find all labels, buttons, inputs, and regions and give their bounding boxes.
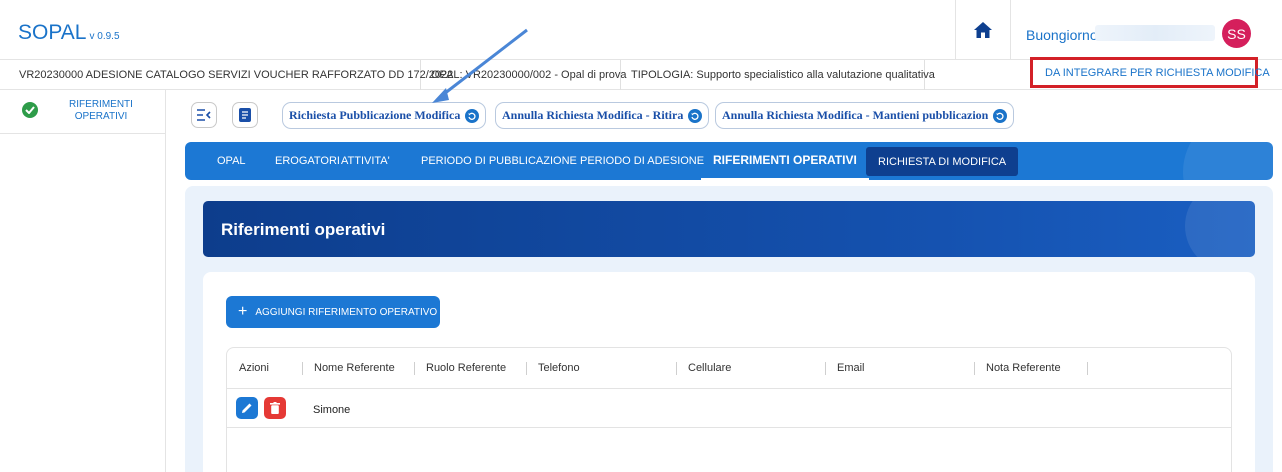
tipologia-info: TIPOLOGIA: Supporto specialistico alla v… [621,60,935,90]
col-separator [414,362,415,375]
section-header: Riferimenti operativi [203,201,1255,257]
tabs-bar: OPAL EROGATORI ATTIVITA' PERIODO DI PUBB… [185,142,1273,180]
user-name-redacted [1095,25,1215,41]
app-logo[interactable]: SOPAL v 0.9.5 [18,21,120,45]
status-text: DA INTEGRARE PER RICHIESTA MODIFICA [1045,66,1270,79]
tab-richiesta-modifica[interactable]: RICHIESTA DI MODIFICA [866,147,1019,176]
pencil-icon [242,403,252,413]
tab-riferimenti-operativi[interactable]: RIFERIMENTI OPERATIVI [701,142,869,180]
catalog-info: VR20230000 ADESIONE CATALOGO SERVIZI VOU… [0,60,453,90]
cell-nome-referente: Simone [313,404,351,416]
col-separator [1087,362,1088,375]
tab-attivita[interactable]: ATTIVITA' [341,142,390,180]
col-separator [526,362,527,375]
col-nome-referente[interactable]: Nome Referente [314,362,395,374]
table-header: Azioni Nome Referente Ruolo Referente Te… [227,348,1231,389]
section-title: Riferimenti operativi [221,220,386,239]
col-ruolo-referente[interactable]: Ruolo Referente [426,362,506,374]
tab-erogatori[interactable]: EROGATORI [275,142,340,180]
col-separator [974,362,975,375]
header-decoration [1185,201,1255,257]
refresh-icon [465,108,480,123]
home-button[interactable] [955,0,1011,60]
tab-periodo-adesione[interactable]: PERIODO DI ADESIONE [580,142,704,180]
add-riferimento-button[interactable]: + AGGIUNGI RIFERIMENTO OPERATIVO [226,296,440,328]
add-button-label: AGGIUNGI RIFERIMENTO OPERATIVO [255,306,438,318]
richiesta-pubblicazione-modifica-button[interactable]: Richiesta Pubblicazione Modifica [282,102,487,129]
status-badge: DA INTEGRARE PER RICHIESTA MODIFICA [1030,57,1270,88]
col-separator [676,362,677,375]
delete-button[interactable] [264,397,286,419]
document-button[interactable] [232,102,258,128]
left-sidebar: RIFERIMENTI OPERATIVI [0,90,166,472]
app-header: SOPAL v 0.9.5 Buongiorno SS [0,0,1282,60]
refresh-icon [993,108,1008,123]
greeting-text: Buongiorno [1026,27,1098,43]
collapse-sidebar-button[interactable] [191,102,217,128]
trash-icon [270,402,280,414]
plus-icon: + [238,303,248,320]
col-telefono[interactable]: Telefono [538,362,580,374]
sidebar-item-riferimenti-operativi[interactable]: RIFERIMENTI OPERATIVI [0,90,166,134]
tabs-decoration [1183,142,1273,180]
action-label: Annulla Richiesta Modifica - Ritira [502,108,684,122]
opal-info: OPAL: VR20230000/002 - Opal di prova [421,60,626,90]
col-nota-referente[interactable]: Nota Referente [986,362,1061,374]
app-version: v 0.9.5 [89,31,120,42]
edit-button[interactable] [236,397,258,419]
annulla-richiesta-mantieni-button[interactable]: Annulla Richiesta Modifica - Mantieni pu… [715,102,1015,129]
action-label: Richiesta Pubblicazione Modifica [289,108,461,122]
refresh-icon [688,108,703,123]
document-icon [239,108,251,122]
annulla-richiesta-ritira-button[interactable]: Annulla Richiesta Modifica - Ritira [495,102,710,129]
tab-periodo-pubblicazione[interactable]: PERIODO DI PUBBLICAZIONE [421,142,577,180]
check-circle-icon [22,102,38,118]
col-cellulare[interactable]: Cellulare [688,362,731,374]
tab-opal[interactable]: OPAL [217,142,246,180]
app-name: SOPAL [18,21,87,44]
action-label: Annulla Richiesta Modifica - Mantieni pu… [722,108,989,122]
col-azioni[interactable]: Azioni [239,362,269,374]
user-avatar[interactable]: SS [1222,19,1251,48]
table-row: Simone [227,389,1231,428]
collapse-menu-icon [197,109,211,121]
home-icon [974,22,992,38]
sidebar-item-label: RIFERIMENTI OPERATIVI [69,99,133,122]
col-email[interactable]: Email [837,362,865,374]
col-separator [825,362,826,375]
referenti-table: Azioni Nome Referente Ruolo Referente Te… [226,347,1232,472]
col-separator [302,362,303,375]
